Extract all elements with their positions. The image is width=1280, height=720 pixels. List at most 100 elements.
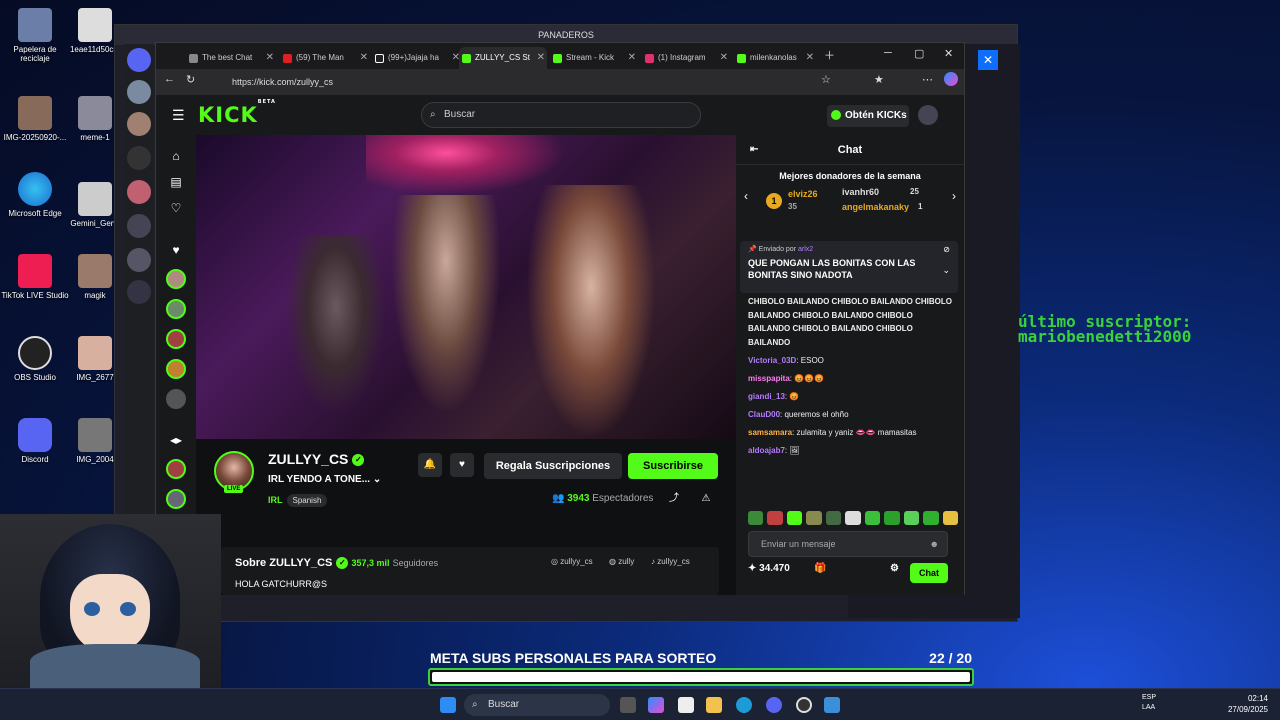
discord-icon[interactable] xyxy=(766,697,782,713)
reload-icon[interactable]: ↻ xyxy=(186,73,195,86)
channel-name[interactable]: ZULLYY_CS ✓ xyxy=(268,451,365,467)
emote-icon[interactable] xyxy=(786,511,803,525)
kicks-balance[interactable]: ✦ 34.470 xyxy=(748,563,790,574)
report-icon[interactable]: ⚠ xyxy=(694,487,718,511)
tab-item-active[interactable]: ZULLYY_CS St ✕ xyxy=(459,47,547,69)
gift-subs-button[interactable]: Regala Suscripciones xyxy=(484,453,622,479)
bell-icon[interactable]: 🔔 xyxy=(418,453,442,477)
followed-channel-avatar[interactable] xyxy=(166,299,186,319)
chat-message: misspapita: 😡😡😡 xyxy=(748,374,825,383)
emote-icon[interactable] xyxy=(903,511,920,525)
file-explorer-icon[interactable] xyxy=(706,697,722,713)
home-icon[interactable]: ⌂ xyxy=(168,149,184,165)
store-icon[interactable] xyxy=(678,697,694,713)
emote-icon[interactable] xyxy=(825,511,842,525)
chat-input[interactable]: Enviar un mensaje ☻ xyxy=(748,531,948,557)
maximize-icon[interactable]: ▢ xyxy=(914,47,924,60)
explore-icon[interactable] xyxy=(127,280,151,304)
obs-icon[interactable] xyxy=(796,697,812,713)
tab-item[interactable]: (99+)Jajaja ha ✕ xyxy=(372,47,462,69)
app-icon[interactable] xyxy=(824,697,840,713)
collapse-chat-icon[interactable]: ⇤ xyxy=(750,135,758,165)
video-player[interactable] xyxy=(196,135,736,439)
chevron-down-icon[interactable]: ⌄ xyxy=(942,265,950,276)
recommended-channel-avatar[interactable] xyxy=(166,459,186,479)
donors-prev-icon[interactable]: ‹ xyxy=(744,189,748,203)
tab-strip: The best Chat ✕ (59) The Man ✕ (99+)Jajaja… xyxy=(156,43,964,69)
emote-icon[interactable] xyxy=(748,511,764,525)
server-icon[interactable] xyxy=(127,80,151,104)
subscribe-button[interactable]: Suscribirse xyxy=(628,453,718,479)
server-icon[interactable] xyxy=(127,180,151,204)
discord-link[interactable]: ◍ zully xyxy=(609,557,634,566)
share-icon[interactable]: ⤴ xyxy=(662,487,686,511)
followed-channel-avatar[interactable] xyxy=(166,329,186,349)
chat-message: Victoria_03D: ESOO xyxy=(748,356,824,365)
gift-icon[interactable]: 🎁 xyxy=(814,563,826,574)
language-tag[interactable]: Spanish xyxy=(286,494,328,507)
server-icon[interactable] xyxy=(127,112,151,136)
emote-icon[interactable] xyxy=(845,511,861,525)
send-chat-button[interactable]: Chat xyxy=(910,563,948,583)
close-icon[interactable]: ✕ xyxy=(537,47,545,69)
clock[interactable]: 02:14 27/09/2025 xyxy=(1228,693,1268,715)
profile-avatar[interactable] xyxy=(918,105,938,125)
emote-icon[interactable] xyxy=(884,511,900,525)
discord-home-icon[interactable] xyxy=(127,48,151,72)
search-input[interactable]: ⌕ Buscar xyxy=(421,102,701,128)
unpin-icon[interactable]: ⊘ xyxy=(943,245,950,254)
emoji-icon[interactable]: ☻ xyxy=(930,532,939,556)
emote-icon[interactable] xyxy=(942,511,958,525)
task-view-icon[interactable] xyxy=(620,697,636,713)
new-tab-icon[interactable]: ＋ xyxy=(824,47,835,63)
followed-channel-avatar[interactable] xyxy=(166,389,186,409)
kick-logo[interactable]: KICKBETA xyxy=(198,99,276,127)
copilot-icon[interactable] xyxy=(648,697,664,713)
browse-icon[interactable]: ▤ xyxy=(168,175,184,191)
copilot-icon[interactable] xyxy=(944,72,958,86)
close-icon[interactable]: ✕ xyxy=(720,47,728,69)
instagram-link[interactable]: ◎ zullyy_cs xyxy=(551,557,593,566)
minimize-icon[interactable]: ─ xyxy=(884,47,892,59)
close-window-icon[interactable]: ✕ xyxy=(944,47,953,60)
tab-item[interactable]: The best Chat ✕ xyxy=(186,47,276,69)
language-indicator[interactable]: ESP LAA xyxy=(1142,693,1156,713)
tiktok-link[interactable]: ♪ zullyy_cs xyxy=(651,557,690,566)
server-icon[interactable] xyxy=(127,214,151,238)
follow-heart-icon[interactable]: ♥ xyxy=(450,453,474,477)
edge-icon[interactable] xyxy=(736,697,752,713)
add-server-icon[interactable] xyxy=(127,248,151,272)
get-kicks-button[interactable]: Obtén KICKs xyxy=(827,105,909,127)
following-icon[interactable]: ♡ xyxy=(168,201,184,217)
more-icon[interactable]: ⋯ xyxy=(922,73,933,86)
tab-item[interactable]: (59) The Man ✕ xyxy=(280,47,370,69)
tab-item[interactable]: (1) Instagram ✕ xyxy=(642,47,730,69)
tab-item[interactable]: milenkanolas ✕ xyxy=(734,47,816,69)
favorites-icon[interactable]: ★ xyxy=(874,73,884,86)
emote-icon[interactable] xyxy=(864,511,881,525)
followed-channel-avatar[interactable] xyxy=(166,269,186,289)
close-icon[interactable]: ✕ xyxy=(266,47,274,69)
close-icon[interactable]: ✕ xyxy=(360,47,368,69)
taskbar-search[interactable]: ⌕ Buscar xyxy=(464,694,610,716)
start-icon[interactable] xyxy=(440,697,456,713)
goal-progress-fill xyxy=(432,672,970,682)
close-icon[interactable]: ✕ xyxy=(978,50,998,70)
stream-category[interactable]: IRL Spanish xyxy=(268,494,328,507)
emote-icon[interactable] xyxy=(923,511,939,525)
emote-icon[interactable] xyxy=(806,511,822,525)
url-field[interactable]: https://kick.com/zullyy_cs xyxy=(216,73,836,91)
gear-icon[interactable]: ⚙ xyxy=(890,563,899,574)
close-icon[interactable]: ✕ xyxy=(628,47,636,69)
server-icon[interactable] xyxy=(127,146,151,170)
favorite-star-icon[interactable]: ☆ xyxy=(821,73,831,86)
back-icon[interactable]: ← xyxy=(164,73,175,85)
menu-icon[interactable]: ☰ xyxy=(172,107,185,124)
tab-item[interactable]: Stream - Kick ✕ xyxy=(550,47,638,69)
close-icon[interactable]: ✕ xyxy=(806,47,814,69)
emote-icon[interactable] xyxy=(767,511,783,525)
donors-next-icon[interactable]: › xyxy=(952,189,956,203)
chevron-down-icon[interactable]: ⌄ xyxy=(373,474,381,485)
followed-channel-avatar[interactable] xyxy=(166,359,186,379)
recommended-channel-avatar[interactable] xyxy=(166,489,186,509)
